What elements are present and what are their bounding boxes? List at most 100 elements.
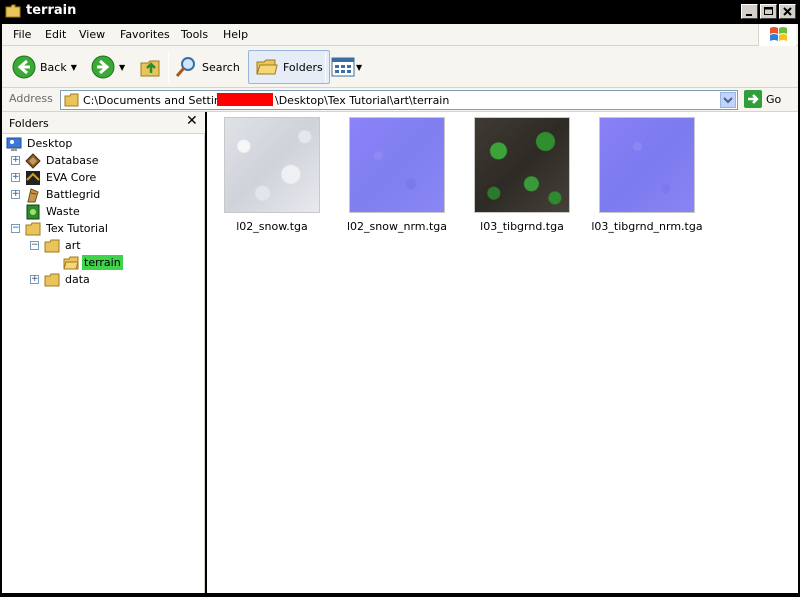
minimize-button[interactable] bbox=[741, 4, 758, 19]
minimize-icon bbox=[746, 14, 752, 16]
back-label: Back bbox=[40, 60, 67, 74]
battlegrid-icon bbox=[27, 187, 39, 202]
tree-label: terrain bbox=[82, 255, 123, 270]
folder-icon bbox=[64, 93, 79, 107]
file-item[interactable]: l02_snow.tga bbox=[210, 116, 330, 234]
title-bar[interactable]: terrain bbox=[0, 0, 800, 24]
tree-item-art[interactable]: art bbox=[44, 237, 83, 254]
file-name: l03_tibgrnd.tga bbox=[480, 220, 564, 233]
tree-label: EVA Core bbox=[46, 171, 97, 184]
folder-icon bbox=[5, 4, 21, 18]
close-icon[interactable]: ✕ bbox=[186, 113, 198, 129]
expand-icon[interactable]: + bbox=[11, 190, 20, 199]
thumbnail-image bbox=[474, 117, 570, 213]
tree-item-terrain[interactable]: terrain bbox=[63, 254, 123, 271]
expand-icon[interactable]: + bbox=[11, 156, 20, 165]
tree-label: Tex Tutorial bbox=[46, 222, 108, 235]
explorer-window: terrain File Edit View Favorites Tools H… bbox=[0, 0, 800, 597]
back-arrow-icon bbox=[12, 55, 36, 79]
toolbar-separator bbox=[325, 52, 326, 82]
tree-label: Database bbox=[46, 154, 99, 167]
thumbnail-image bbox=[224, 117, 320, 213]
address-bar: Address C:\Documents and Settings\ \Desk… bbox=[2, 88, 798, 112]
file-list: l02_snow.tga l02_snow_nrm.tga l03_tibgrn… bbox=[207, 112, 798, 593]
file-name: l02_snow_nrm.tga bbox=[346, 220, 448, 233]
window-title: terrain bbox=[26, 3, 77, 18]
search-button[interactable]: Search bbox=[174, 50, 240, 84]
file-item[interactable]: l02_snow_nrm.tga bbox=[335, 116, 455, 234]
redacted-username bbox=[217, 93, 273, 106]
up-folder-icon bbox=[140, 60, 160, 77]
menu-view[interactable]: View bbox=[79, 28, 105, 41]
forward-button[interactable]: ▼ bbox=[91, 50, 125, 84]
tree-label: Battlegrid bbox=[46, 188, 101, 201]
eva-core-icon bbox=[26, 170, 40, 185]
search-icon bbox=[175, 57, 195, 77]
tree-item-waste[interactable]: Waste bbox=[25, 203, 82, 220]
folders-label: Folders bbox=[283, 60, 323, 74]
file-name: l03_tibgrnd_nrm.tga bbox=[591, 220, 703, 233]
folders-button[interactable]: Folders bbox=[248, 50, 330, 84]
tree-item-desktop[interactable]: Desktop bbox=[6, 135, 74, 152]
file-item[interactable]: l03_tibgrnd.tga bbox=[460, 116, 580, 234]
maximize-icon bbox=[764, 7, 773, 15]
views-button[interactable]: ▼ bbox=[331, 50, 362, 84]
tree-label: art bbox=[65, 239, 81, 252]
chevron-down-icon[interactable]: ▼ bbox=[71, 63, 77, 72]
collapse-icon[interactable]: − bbox=[30, 241, 39, 250]
tree-item-database[interactable]: Database bbox=[25, 152, 101, 169]
tree-label: data bbox=[65, 273, 90, 286]
address-path-end: \Desktop\Tex Tutorial\art\terrain bbox=[275, 94, 450, 107]
tree-item-data[interactable]: data bbox=[44, 271, 92, 288]
close-icon bbox=[783, 7, 792, 16]
tree-item-tex-tutorial[interactable]: Tex Tutorial bbox=[25, 220, 110, 237]
thumbnail-image bbox=[349, 117, 445, 213]
expand-icon[interactable]: + bbox=[11, 173, 20, 182]
folders-pane: Folders ✕ Desktop + Database + EVA Core … bbox=[2, 112, 205, 593]
menu-favorites[interactable]: Favorites bbox=[120, 28, 170, 41]
window-bottom-border bbox=[0, 593, 800, 597]
collapse-icon[interactable]: − bbox=[11, 224, 20, 233]
chevron-down-icon[interactable]: ▼ bbox=[356, 63, 362, 72]
toolbar: Back ▼ ▼ Search Folders ▼ bbox=[2, 46, 798, 88]
menu-bar: File Edit View Favorites Tools Help bbox=[2, 24, 798, 46]
tree-item-battlegrid[interactable]: Battlegrid bbox=[25, 186, 102, 203]
address-dropdown-button[interactable] bbox=[720, 92, 736, 108]
file-item[interactable]: l03_tibgrnd_nrm.tga bbox=[585, 116, 705, 234]
forward-arrow-icon bbox=[91, 55, 115, 79]
windows-logo-icon bbox=[758, 24, 796, 46]
address-label: Address bbox=[9, 92, 53, 105]
folders-pane-header: Folders ✕ bbox=[2, 112, 205, 134]
folder-icon bbox=[25, 222, 41, 235]
up-folder-button[interactable] bbox=[139, 50, 163, 84]
close-button[interactable] bbox=[779, 4, 796, 19]
back-button[interactable]: Back ▼ bbox=[12, 50, 77, 84]
go-label: Go bbox=[766, 92, 782, 106]
tree-label: Desktop bbox=[27, 137, 73, 150]
menu-tools[interactable]: Tools bbox=[181, 28, 208, 41]
views-icon bbox=[331, 57, 355, 77]
address-path-start: C:\Documents and Settings\ bbox=[83, 94, 238, 107]
menu-help[interactable]: Help bbox=[223, 28, 248, 41]
toolbar-separator bbox=[168, 52, 169, 82]
thumbnail-image bbox=[599, 117, 695, 213]
go-arrow-icon bbox=[744, 90, 762, 108]
file-name: l02_snow.tga bbox=[236, 220, 308, 233]
menu-edit[interactable]: Edit bbox=[45, 28, 66, 41]
go-button[interactable]: Go bbox=[744, 90, 781, 108]
folders-pane-title: Folders bbox=[9, 117, 49, 130]
search-label: Search bbox=[202, 60, 240, 74]
address-input[interactable]: C:\Documents and Settings\ \Desktop\Tex … bbox=[60, 90, 738, 110]
database-icon bbox=[25, 152, 41, 169]
folder-open-icon bbox=[63, 256, 79, 269]
menu-file[interactable]: File bbox=[13, 28, 31, 41]
folders-icon bbox=[256, 59, 278, 75]
chevron-down-icon[interactable]: ▼ bbox=[119, 63, 125, 72]
tree-item-eva-core[interactable]: EVA Core bbox=[25, 169, 98, 186]
waste-icon bbox=[26, 204, 40, 219]
desktop-icon bbox=[6, 137, 22, 151]
expand-icon[interactable]: + bbox=[30, 275, 39, 284]
maximize-button[interactable] bbox=[760, 4, 777, 19]
tree-label: Waste bbox=[46, 205, 80, 218]
folder-icon bbox=[44, 239, 60, 252]
